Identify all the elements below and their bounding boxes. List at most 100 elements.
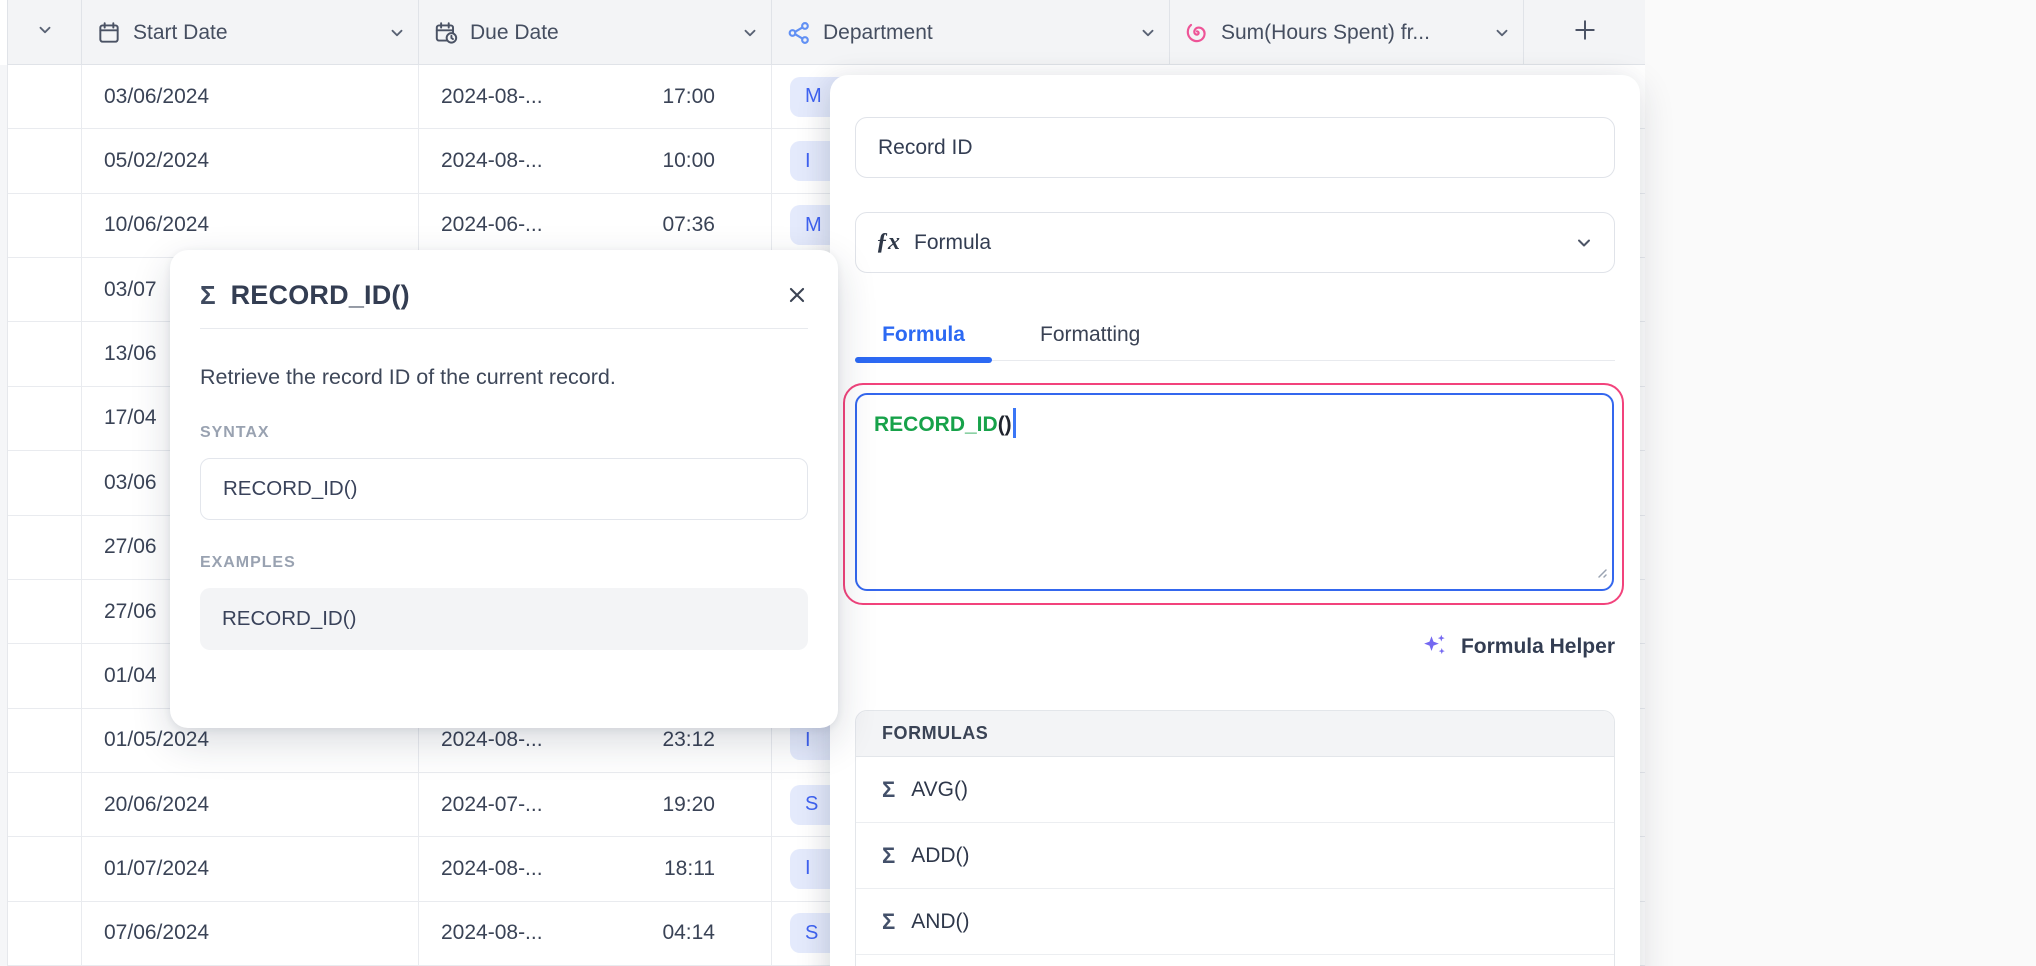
row-select-cell[interactable] — [8, 387, 82, 450]
formula-parens-token: () — [998, 413, 1012, 436]
row-select-cell[interactable] — [8, 516, 82, 579]
sigma-icon: Σ — [200, 280, 216, 311]
formulas-list-header: FORMULAS — [856, 711, 1614, 757]
calendar-clock-icon — [433, 20, 459, 46]
panel-tabs: Formula Formatting — [855, 323, 1615, 361]
due-date-cell[interactable]: 2024-07-... 19:20 — [419, 773, 772, 836]
row-select-cell[interactable] — [8, 258, 82, 321]
due-time-value: 18:11 — [664, 857, 715, 881]
sigma-icon: Σ — [882, 843, 895, 869]
due-time-value: 19:20 — [662, 793, 715, 817]
active-tab-indicator — [855, 357, 992, 363]
due-date-value: 2024-08-... — [441, 149, 543, 173]
chevron-down-icon[interactable] — [1139, 24, 1157, 42]
due-date-value: 2024-08-... — [441, 85, 543, 109]
grid-header: Start Date Due Date Department — [0, 0, 1645, 65]
row-select-cell[interactable] — [8, 902, 82, 965]
function-description: Retrieve the record ID of the current re… — [200, 365, 808, 390]
column-label: Sum(Hours Spent) fr... — [1221, 21, 1430, 45]
field-type-value: Formula — [914, 231, 991, 255]
due-time-value: 17:00 — [662, 85, 715, 109]
divider — [200, 328, 808, 329]
row-select-cell[interactable] — [8, 644, 82, 707]
due-date-value: 2024-07-... — [441, 793, 543, 817]
field-name-input[interactable] — [855, 117, 1615, 178]
row-select-cell[interactable] — [8, 773, 82, 836]
chevron-down-icon[interactable] — [1493, 24, 1511, 42]
column-label: Due Date — [470, 21, 559, 45]
field-edit-panel: ƒx Formula Formula Formatting RECORD_ID(… — [830, 75, 1640, 966]
column-header-due-date[interactable]: Due Date — [419, 0, 772, 65]
due-time-value: 23:12 — [662, 728, 715, 752]
row-select-cell[interactable] — [8, 194, 82, 257]
start-date-cell[interactable]: 05/02/2024 — [82, 129, 419, 192]
tab-formatting[interactable]: Formatting — [1040, 323, 1140, 347]
row-select-cell[interactable] — [8, 322, 82, 385]
chevron-down-icon[interactable] — [388, 24, 406, 42]
relation-icon — [786, 20, 812, 46]
chevron-down-icon[interactable] — [741, 24, 759, 42]
example-value[interactable]: RECORD_ID() — [200, 588, 808, 650]
formula-list-item-partial — [856, 955, 1614, 966]
row-select-cell[interactable] — [8, 65, 82, 128]
row-select-cell[interactable] — [8, 580, 82, 643]
formula-editor[interactable]: RECORD_ID() — [855, 393, 1614, 591]
row-select-cell[interactable] — [8, 451, 82, 514]
examples-label: EXAMPLES — [200, 554, 808, 572]
due-date-value: 2024-08-... — [441, 921, 543, 945]
due-date-value: 2024-08-... — [441, 728, 543, 752]
formula-function-token: RECORD_ID — [874, 413, 998, 436]
start-date-cell[interactable]: 03/06/2024 — [82, 65, 419, 128]
sigma-icon: Σ — [882, 777, 895, 803]
start-date-cell[interactable]: 20/06/2024 — [82, 773, 419, 836]
formula-list-item[interactable]: ΣAVG() — [856, 757, 1614, 823]
resize-grip-icon[interactable] — [1592, 561, 1608, 585]
due-date-cell[interactable]: 2024-08-... 18:11 — [419, 837, 772, 900]
due-time-value: 07:36 — [662, 213, 715, 237]
due-date-cell[interactable]: 2024-06-... 07:36 — [419, 194, 772, 257]
formulas-list-items: ΣAVG()ΣADD()ΣAND() — [856, 757, 1614, 966]
syntax-value: RECORD_ID() — [200, 458, 808, 520]
header-gutter — [0, 0, 8, 65]
formula-item-label: ADD() — [911, 844, 969, 868]
column-label: Department — [823, 21, 933, 45]
row-select-cell[interactable] — [8, 709, 82, 772]
formula-item-label: AND() — [911, 910, 969, 934]
due-date-cell[interactable]: 2024-08-... 17:00 — [419, 65, 772, 128]
close-icon[interactable] — [786, 284, 808, 306]
field-type-select[interactable]: ƒx Formula — [855, 212, 1615, 273]
start-date-cell[interactable]: 01/07/2024 — [82, 837, 419, 900]
text-caret — [1013, 408, 1016, 438]
column-header-start-date[interactable]: Start Date — [82, 0, 419, 65]
formula-list-item[interactable]: Σ AND() — [856, 889, 1614, 955]
due-date-cell[interactable]: 2024-08-...10:00 — [419, 129, 772, 192]
tab-formula[interactable]: Formula — [855, 323, 992, 347]
fx-icon: ƒx — [876, 229, 900, 256]
start-date-cell[interactable]: 07/06/2024 — [82, 902, 419, 965]
syntax-label: SYNTAX — [200, 424, 808, 442]
column-header-rollup[interactable]: Sum(Hours Spent) fr... — [1170, 0, 1524, 65]
formula-helper-button[interactable]: Formula Helper — [855, 631, 1615, 663]
formula-helper-label: Formula Helper — [1461, 635, 1615, 659]
rollup-spiral-icon — [1184, 20, 1210, 46]
sparkles-icon — [1421, 631, 1449, 664]
add-field-button[interactable] — [1524, 0, 1645, 65]
app-window: Start Date Due Date Department — [0, 0, 2036, 966]
row-select-cell[interactable] — [8, 129, 82, 192]
start-date-cell[interactable]: 10/06/2024 — [82, 194, 419, 257]
row-select-cell[interactable] — [8, 837, 82, 900]
sigma-icon: Σ — [882, 909, 895, 935]
formulas-list: FORMULAS ΣAVG()ΣADD()ΣAND() — [855, 710, 1615, 966]
calendar-icon — [96, 20, 122, 46]
plus-icon — [1573, 18, 1597, 48]
chevron-down-icon — [1574, 233, 1594, 253]
formula-editor-focus-ring: RECORD_ID() — [843, 383, 1624, 605]
due-time-value: 04:14 — [662, 921, 715, 945]
function-help-popup: Σ RECORD_ID() Retrieve the record ID of … — [170, 250, 838, 728]
column-header-department[interactable]: Department — [772, 0, 1170, 65]
due-date-cell[interactable]: 2024-08-... 04:14 — [419, 902, 772, 965]
due-date-value: 2024-06-... — [441, 213, 543, 237]
due-date-value: 2024-08-... — [441, 857, 543, 881]
select-all-header-cell[interactable] — [8, 0, 82, 65]
formula-list-item[interactable]: Σ ADD() — [856, 823, 1614, 889]
